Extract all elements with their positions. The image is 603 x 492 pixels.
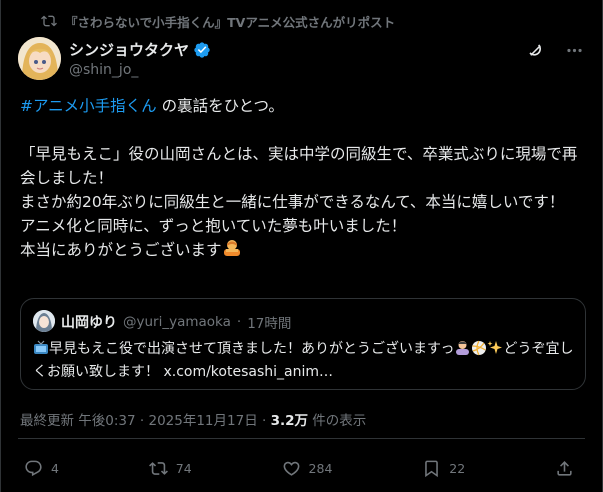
timestamp[interactable]: 最終更新 午後0:37 · 2025年11月17日 · <box>20 409 271 429</box>
like-count: 284 <box>308 460 333 476</box>
retweet-button[interactable]: 74 <box>148 459 192 478</box>
sparkles-emoji <box>487 340 503 362</box>
quote-handle[interactable]: @yuri_yamaoka <box>123 314 231 330</box>
share-icon <box>557 460 572 476</box>
author-handle[interactable]: @shin_jo_ <box>69 62 138 78</box>
views-count[interactable]: 3.2万 <box>271 409 308 429</box>
avatar[interactable] <box>18 37 61 80</box>
top-actions <box>526 41 584 60</box>
quoted-tweet[interactable]: 山岡ゆり @yuri_yamaoka · 17時間 早見もえこ役で出演させて頂き… <box>20 298 586 390</box>
quote-separator: · <box>236 314 242 330</box>
reply-count: 4 <box>51 460 59 476</box>
reply-icon <box>25 460 42 476</box>
tweet-paragraph: 「早見もえこ」役の山岡さんとは、実は中学の同級生で、卒業式ぶりに現場で再会しまし… <box>20 145 578 259</box>
author-name-row[interactable]: シンジョウタクヤ <box>69 39 211 60</box>
tweet-stats: 最終更新 午後0:37 · 2025年11月17日 · 3.2万 件の表示 <box>20 409 366 429</box>
bookmark-icon <box>425 460 439 477</box>
tweet-text: #アニメ小手指くん の裏話をひとつ。 「早見もえこ」役の山岡さんとは、実は中学の… <box>20 94 590 265</box>
hashtag-link[interactable]: #アニメ小手指くん <box>20 97 157 115</box>
views-suffix: 件の表示 <box>308 413 367 429</box>
quote-avatar[interactable] <box>33 310 55 332</box>
bookmark-count: 22 <box>449 460 466 476</box>
quote-text: 早見もえこ役で出演させて頂きました！ありがとうございますっ どうぞ宜しくお願い致し… <box>33 339 578 382</box>
tweet-detail: 『さわらないで小手指くん』TVアニメ公式さんがリポスト シンジョウタクヤ @sh… <box>0 0 603 492</box>
share-button[interactable] <box>555 459 582 478</box>
repost-icon <box>41 15 57 27</box>
quote-text-line: 早見もえこ役で出演させて頂きました！ありがとうございますっ <box>49 341 455 357</box>
bookmark-button[interactable]: 22 <box>422 459 465 478</box>
quote-link[interactable]: x.com/kotesashi_anim… <box>163 364 333 380</box>
like-icon <box>283 461 299 476</box>
author-display-name[interactable]: シンジョウタクヤ <box>69 39 189 60</box>
quote-time[interactable]: 17時間 <box>247 312 291 332</box>
grok-icon[interactable] <box>526 41 545 60</box>
quote-header: 山岡ゆり @yuri_yamaoka · 17時間 <box>61 312 291 332</box>
repost-banner[interactable]: 『さわらないで小手指くん』TVアニメ公式さんがリポスト <box>41 11 395 31</box>
retweet-icon <box>148 461 168 475</box>
like-button[interactable]: 284 <box>282 459 333 478</box>
divider <box>18 438 585 439</box>
repost-banner-text: 『さわらないで小手指くん』TVアニメ公式さんがリポスト <box>65 14 396 30</box>
verified-badge-icon <box>194 41 210 58</box>
reply-button[interactable]: 4 <box>24 459 59 478</box>
more-icon[interactable] <box>565 41 584 60</box>
quote-display-name[interactable]: 山岡ゆり <box>61 312 117 332</box>
person-gesturing-emoji <box>454 339 471 362</box>
bowing-person-emoji <box>222 238 242 265</box>
retweet-count: 74 <box>175 460 192 476</box>
volleyball-emoji <box>471 340 487 362</box>
action-bar: 4 74 284 22 <box>24 457 582 479</box>
tv-emoji <box>33 340 49 362</box>
tweet-line1: の裏話をひとつ。 <box>156 97 284 115</box>
